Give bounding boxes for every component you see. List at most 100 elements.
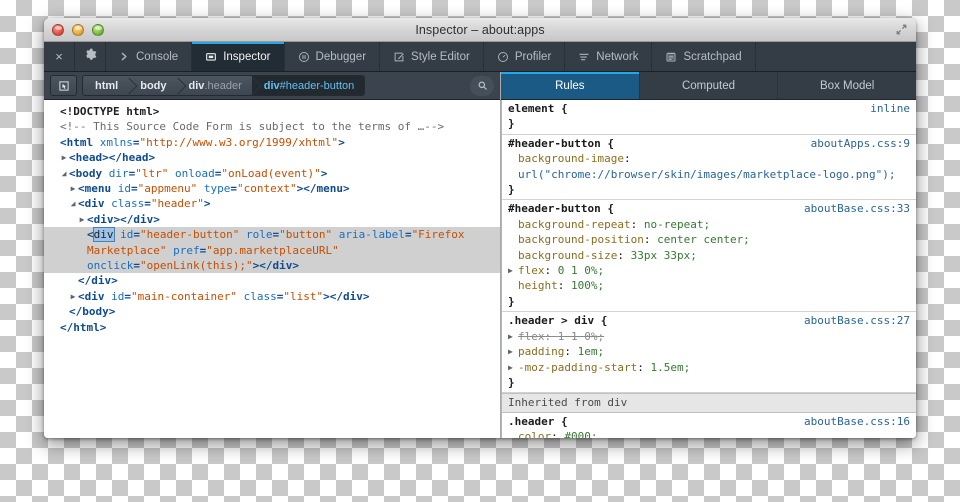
expand-triangle-icon[interactable] bbox=[68, 196, 78, 211]
tab-inspector[interactable]: Inspector bbox=[192, 42, 285, 71]
css-property[interactable]: flex bbox=[518, 330, 545, 343]
markup-view[interactable]: <!DOCTYPE html> <!-- This Source Code For… bbox=[44, 100, 500, 438]
css-property[interactable]: -moz-padding-start bbox=[518, 361, 637, 374]
css-rule[interactable]: #header-button {aboutBase.css:33 backgrou… bbox=[502, 200, 916, 313]
expand-triangle-icon[interactable]: ▶ bbox=[508, 344, 513, 359]
tab-rules[interactable]: Rules bbox=[501, 72, 640, 99]
css-property[interactable]: background-size bbox=[518, 249, 617, 262]
expand-triangle-icon[interactable]: ▶ bbox=[508, 329, 513, 344]
css-source-link[interactable]: aboutBase.css:33 bbox=[804, 201, 910, 216]
settings-button[interactable] bbox=[75, 42, 106, 71]
css-value[interactable]: 0 1 0%; bbox=[558, 264, 604, 277]
window-titlebar: Inspector – about:apps bbox=[44, 18, 916, 42]
expand-triangle-icon[interactable] bbox=[59, 166, 69, 181]
markup-line[interactable]: <body dir="ltr" onload="onLoad(event)"> bbox=[44, 166, 500, 181]
tab-debugger[interactable]: Debugger bbox=[285, 42, 381, 71]
markup-token-val: "main-container" bbox=[131, 289, 237, 303]
css-value[interactable]: 1.5em; bbox=[650, 361, 690, 374]
markup-line[interactable]: <div></div> bbox=[44, 212, 500, 227]
css-declaration[interactable]: background-position: center center; bbox=[502, 232, 916, 247]
css-source-link[interactable]: aboutBase.css:16 bbox=[804, 414, 910, 429]
css-value[interactable]: 100%; bbox=[571, 279, 604, 292]
zoom-button[interactable] bbox=[92, 23, 104, 36]
markup-line[interactable]: <!-- This Source Code Form is subject to… bbox=[44, 119, 500, 134]
markup-line[interactable]: <div id="main-container" class="list"></… bbox=[44, 289, 500, 304]
css-value[interactable]: #000; bbox=[564, 430, 597, 438]
css-declaration[interactable]: color: #000; bbox=[502, 429, 916, 438]
css-property[interactable]: flex bbox=[518, 264, 545, 277]
css-selector[interactable]: #header-button { bbox=[508, 201, 614, 216]
css-value[interactable]: 1em; bbox=[578, 345, 605, 358]
minimize-button[interactable] bbox=[72, 23, 84, 36]
tab-box-model[interactable]: Box Model bbox=[778, 72, 916, 99]
css-property[interactable]: padding bbox=[518, 345, 564, 358]
css-selector[interactable]: .header > div { bbox=[508, 313, 607, 328]
css-rule-close-brace: } bbox=[508, 375, 515, 389]
css-property[interactable]: height bbox=[518, 279, 558, 292]
css-colon: : bbox=[643, 233, 658, 247]
expand-triangle-icon[interactable]: ▶ bbox=[508, 263, 513, 278]
breadcrumb-item-div-header-button[interactable]: div #header-button bbox=[251, 76, 365, 95]
css-declaration[interactable]: background-repeat: no-repeat; bbox=[502, 217, 916, 232]
tab-console[interactable]: Console bbox=[106, 42, 193, 71]
tab-style-editor[interactable]: Style Editor bbox=[380, 42, 484, 71]
css-declaration[interactable]: ▶ flex: 0 1 0%; bbox=[502, 263, 916, 278]
css-selector[interactable]: element { bbox=[508, 101, 568, 116]
markup-line[interactable]: <div class="header"> bbox=[44, 196, 500, 211]
tab-profiler[interactable]: Profiler bbox=[484, 42, 566, 71]
css-property[interactable]: color bbox=[518, 430, 551, 438]
css-selector[interactable]: #header-button { bbox=[508, 136, 614, 151]
close-button[interactable] bbox=[52, 23, 64, 36]
css-declaration[interactable]: ▶ padding: 1em; bbox=[502, 344, 916, 359]
css-value[interactable]: no-repeat; bbox=[644, 218, 710, 231]
expand-triangle-icon[interactable] bbox=[68, 289, 78, 304]
css-rule[interactable]: #header-button {aboutApps.css:9 backgroun… bbox=[502, 135, 916, 201]
search-icon[interactable] bbox=[470, 75, 494, 96]
expand-triangle-icon[interactable] bbox=[77, 212, 87, 227]
css-rule[interactable]: element {inline} bbox=[502, 100, 916, 135]
css-declaration[interactable]: background-image: url("chrome://browser/… bbox=[502, 151, 916, 182]
breadcrumb-item-html[interactable]: html bbox=[83, 76, 128, 95]
css-declaration[interactable]: ▶ flex: 1 1 0%; bbox=[502, 329, 916, 344]
rules-list[interactable]: element { inline} #header-button { aboutApp… bbox=[501, 100, 916, 438]
breadcrumb-item-div-header[interactable]: div .header bbox=[177, 76, 252, 95]
markup-token-val: "openLink(this);" bbox=[139, 259, 253, 273]
css-rule[interactable]: .header {aboutBase.css:16color: #000;fon… bbox=[502, 413, 916, 438]
expand-triangle-icon[interactable] bbox=[59, 150, 69, 165]
markup-token-attr: role bbox=[245, 228, 273, 242]
markup-line[interactable]: <head></head> bbox=[44, 150, 500, 165]
fullscreen-icon[interactable] bbox=[894, 22, 909, 37]
css-selector[interactable]: .header { bbox=[508, 414, 568, 429]
css-declaration[interactable]: ▶ -moz-padding-start: 1.5em; bbox=[502, 360, 916, 375]
css-source-link[interactable]: inline bbox=[870, 101, 910, 116]
node-picker-icon[interactable] bbox=[50, 75, 77, 96]
tab-computed[interactable]: Computed bbox=[640, 72, 779, 99]
markup-line[interactable]: <menu id="appmenu" type="context"></menu… bbox=[44, 181, 500, 196]
css-value[interactable]: 1 1 0%; bbox=[558, 330, 604, 343]
css-value[interactable]: center center; bbox=[657, 233, 750, 246]
expand-triangle-icon[interactable]: ▶ bbox=[508, 360, 513, 375]
css-value[interactable]: url("chrome://browser/skin/images/market… bbox=[518, 168, 896, 181]
css-declaration[interactable]: background-size: 33px 33px; bbox=[502, 248, 916, 263]
markup-token-tag: = bbox=[132, 135, 140, 149]
markup-line[interactable]: </html> bbox=[44, 320, 500, 335]
tab-scratchpad[interactable]: Scratchpad bbox=[652, 42, 756, 71]
css-rule[interactable]: .header > div {aboutBase.css:27 ▶ flex: 1 … bbox=[502, 312, 916, 394]
markup-line[interactable]: </div> bbox=[44, 273, 500, 288]
expand-triangle-icon[interactable] bbox=[68, 181, 78, 196]
pause-circle-icon bbox=[298, 51, 310, 63]
css-source-link[interactable]: aboutBase.css:27 bbox=[804, 313, 910, 328]
markup-line[interactable]: <div id="header-button" role="button" ar… bbox=[44, 227, 500, 274]
css-declaration[interactable]: height: 100%; bbox=[502, 278, 916, 293]
close-devtools-button[interactable]: × bbox=[44, 42, 75, 71]
tab-network[interactable]: Network bbox=[565, 42, 653, 71]
css-property[interactable]: background-repeat bbox=[518, 218, 631, 231]
markup-line[interactable]: </body> bbox=[44, 304, 500, 319]
css-property[interactable]: background-image bbox=[518, 152, 624, 165]
markup-line[interactable]: <!DOCTYPE html> bbox=[44, 104, 500, 119]
css-value[interactable]: 33px 33px; bbox=[631, 249, 697, 262]
css-property[interactable]: background-position bbox=[518, 233, 644, 246]
css-source-link[interactable]: aboutApps.css:9 bbox=[811, 136, 910, 151]
css-rule-header: .header { aboutBase.css:16 bbox=[502, 414, 916, 429]
markup-line[interactable]: <html xmlns="http://www.w3.org/1999/xhtm… bbox=[44, 135, 500, 150]
